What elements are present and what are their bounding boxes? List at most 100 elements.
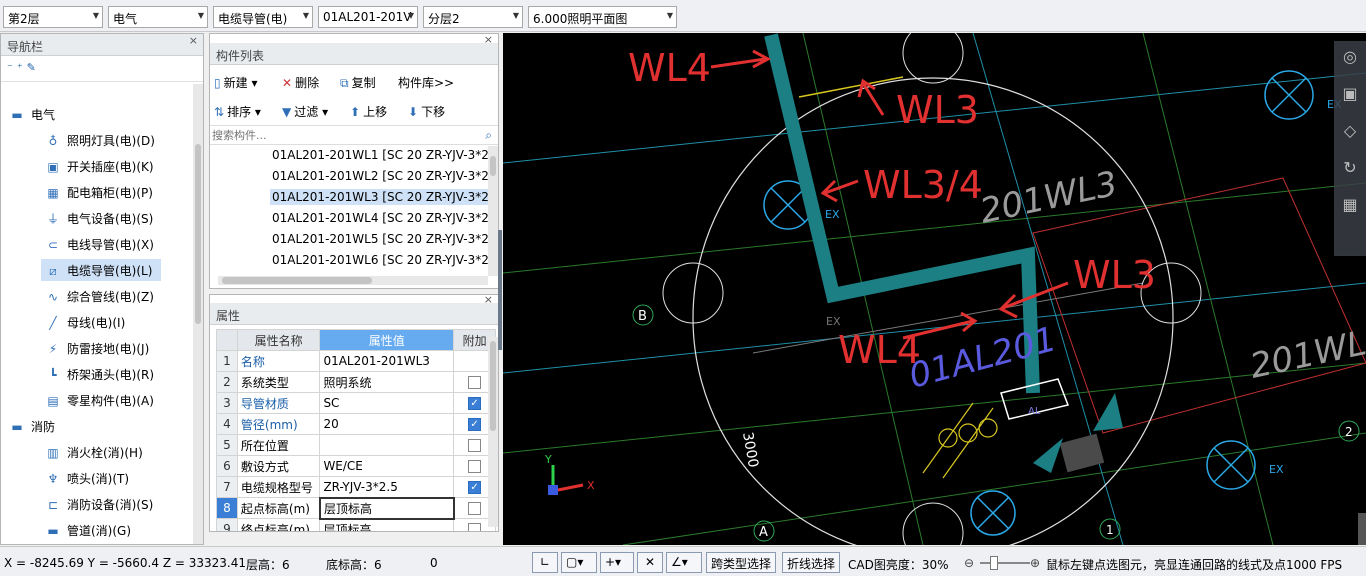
edit-icon[interactable]: ✎ — [27, 61, 40, 74]
nav-group-fire[interactable]: ▬ 消防 — [5, 415, 59, 437]
component-row[interactable]: 01AL201-201WL6 [SC 20 ZR-YJV-3*2 — [272, 253, 489, 267]
property-value[interactable]: ZR-YJV-3*2.5 — [319, 476, 455, 498]
grid-view-icon[interactable]: ▦ — [1334, 195, 1366, 214]
orbit-icon[interactable]: ◎ — [1334, 47, 1366, 66]
nav-group-electrical[interactable]: ▬ 电气 — [5, 103, 59, 125]
nav-item-sprinkler[interactable]: ♆ 喷头(消)(T) — [41, 467, 133, 489]
property-value[interactable] — [319, 434, 455, 456]
ortho-toggle[interactable]: ∟ — [532, 552, 558, 573]
angle-toggle[interactable]: ∠▾ — [666, 552, 702, 573]
extra-checkbox[interactable] — [468, 523, 482, 531]
close-icon[interactable]: × — [484, 33, 493, 46]
properties-scrollbar-thumb[interactable] — [490, 341, 496, 431]
nav-item-wire-conduit[interactable]: ⊂ 电线导管(电)(X) — [41, 233, 158, 255]
nav-item-grounding[interactable]: ⚡ 防雷接地(电)(J) — [41, 337, 153, 359]
property-value[interactable]: 01AL201-201WL3 — [319, 350, 455, 372]
cad-wl6-text: 201WL6 — [1247, 319, 1366, 387]
panel-splitter[interactable] — [498, 230, 502, 350]
component-hscrollbar[interactable] — [218, 276, 488, 285]
annotation-text: WL4 — [628, 46, 711, 90]
snap-toggle[interactable]: ▢▾ — [561, 552, 597, 573]
drawing-select[interactable]: 6.000照明平面图 ▼ — [528, 6, 677, 28]
component-row[interactable]: 01AL201-201WL5 [SC 20 ZR-YJV-3*2 — [272, 232, 489, 246]
nav-item-fire-equipment[interactable]: ⊏ 消防设备(消)(S) — [41, 493, 157, 515]
polyline-select-button[interactable]: 折线选择 — [782, 552, 841, 573]
property-value[interactable]: SC — [319, 392, 455, 414]
properties-scrollbar[interactable] — [488, 337, 498, 527]
property-value-editing[interactable]: 层顶标高 — [318, 496, 455, 520]
nav-item-lighting[interactable]: ♁ 照明灯具(电)(D) — [41, 129, 159, 151]
copy-button[interactable]: ⧉ 复制 — [340, 74, 376, 91]
sort-button[interactable]: ⇅ 排序 ▾ — [214, 103, 261, 120]
track-toggle[interactable]: +▾ — [600, 552, 634, 573]
property-value[interactable]: 20 — [319, 413, 455, 435]
cad-scrollbar[interactable] — [1358, 513, 1366, 545]
nav-item-pipeline[interactable]: ∿ 综合管线(电)(Z) — [41, 285, 158, 307]
nav-scrollbar-thumb[interactable] — [195, 144, 201, 324]
nav-item-pipe[interactable]: ▬ 管道(消)(G) — [41, 519, 135, 541]
zoom-in-icon[interactable]: ⊕ — [1030, 556, 1040, 570]
property-value[interactable]: 层顶标高 — [319, 518, 455, 531]
top-view-icon[interactable]: ▣ — [1334, 84, 1366, 103]
component-vscrollbar-thumb[interactable] — [490, 156, 496, 176]
nav-item-label: 消火栓(消)(H) — [67, 446, 143, 460]
extra-checkbox[interactable] — [468, 502, 482, 515]
nav-group-label: 电气 — [31, 108, 56, 122]
3d-view-icon[interactable]: ◇ — [1334, 121, 1366, 140]
close-icon[interactable]: × — [484, 295, 493, 306]
property-value[interactable]: WE/CE — [319, 455, 455, 477]
component-row[interactable]: 01AL201-201WL2 [SC 20 ZR-YJV-3*2 — [272, 169, 489, 183]
component-hscrollbar-thumb[interactable] — [222, 277, 372, 284]
component-row-selected[interactable]: 01AL201-201WL3 [SC 20 ZR-YJV-3*2 — [270, 189, 491, 205]
search-icon[interactable]: ⌕ — [485, 128, 492, 143]
filter-button[interactable]: ▼ 过滤 ▾ — [282, 103, 328, 120]
floor-select[interactable]: 第2层 ▼ — [3, 6, 103, 28]
brightness-slider[interactable] — [980, 562, 1030, 564]
new-button[interactable]: ▯ 新建 ▾ — [214, 74, 257, 91]
component-type-select[interactable]: 电缆导管(电) ▼ — [213, 6, 313, 28]
nav-item-label: 电缆导管(电)(L) — [67, 264, 153, 278]
library-button[interactable]: 构件库>> — [398, 74, 454, 91]
cad-viewport[interactable]: B A 1 2 EX EX EX EX — [503, 33, 1366, 545]
move-up-button[interactable]: ⬆ 上移 — [350, 103, 387, 120]
extra-checkbox[interactable] — [468, 439, 482, 452]
component-row[interactable]: 01AL201-201WL1 [SC 20 ZR-YJV-3*2 — [272, 148, 489, 162]
nav-item-misc[interactable]: ▤ 零星构件(电)(A) — [41, 389, 158, 411]
extra-checkbox[interactable] — [468, 460, 482, 473]
cross-toggle[interactable]: ✕ — [637, 552, 663, 573]
property-value[interactable]: 照明系统 — [319, 371, 455, 393]
nav-item-busbar[interactable]: ╱ 母线(电)(I) — [41, 311, 129, 333]
nav-item-cable-conduit[interactable]: ⧄ 电缆导管(电)(L) — [41, 259, 161, 281]
nav-item-bridge[interactable]: ┗ 桥架通头(电)(R) — [41, 363, 158, 385]
component-vscrollbar[interactable] — [488, 146, 498, 276]
ortho-icon: ∟ — [539, 555, 551, 569]
nav-item-distribution-box[interactable]: ▦ 配电箱柜(电)(P) — [41, 181, 157, 203]
brightness-slider-thumb[interactable] — [990, 556, 998, 570]
zoom-out-icon[interactable]: ⊖ — [964, 556, 974, 570]
component-search-input[interactable] — [210, 126, 470, 144]
discipline-select[interactable]: 电气 ▼ — [108, 6, 208, 28]
extra-checkbox-checked[interactable]: ✓ — [468, 397, 482, 410]
layer-select[interactable]: 分层2 ▼ — [423, 6, 523, 28]
annotation-wl3-4: WL3/4 — [820, 163, 983, 207]
nav-item-equipment[interactable]: ⏚ 电气设备(电)(S) — [41, 207, 157, 229]
expand-all-icon[interactable]: ⁺ — [17, 61, 27, 74]
extra-checkbox-checked[interactable]: ✓ — [468, 418, 482, 431]
nav-item-switch[interactable]: ▣ 开关插座(电)(K) — [41, 155, 158, 177]
extra-checkbox-checked[interactable]: ✓ — [468, 481, 482, 494]
arrow-down-icon: ⬇ — [408, 105, 419, 119]
delete-button[interactable]: ✕ 删除 — [282, 74, 319, 91]
nav-item-hydrant[interactable]: ▥ 消火栓(消)(H) — [41, 441, 147, 463]
cad-drawing[interactable]: B A 1 2 EX EX EX EX — [503, 33, 1366, 545]
rotate-icon[interactable]: ↻ — [1334, 158, 1366, 177]
extra-checkbox[interactable] — [468, 376, 482, 389]
component-row[interactable]: 01AL201-201WL4 [SC 20 ZR-YJV-3*2 — [272, 211, 489, 225]
bulb-icon: ♁ — [48, 134, 58, 148]
move-down-button[interactable]: ⬇ 下移 — [408, 103, 445, 120]
close-icon[interactable]: × — [189, 34, 198, 47]
row-number: 3 — [216, 392, 238, 414]
cross-type-select-button[interactable]: 跨类型选择 — [706, 552, 777, 573]
collapse-all-icon[interactable]: ⁻ — [7, 61, 17, 74]
component-select[interactable]: 01AL201-201V ▼ — [318, 6, 418, 28]
nav-scrollbar[interactable] — [193, 84, 203, 544]
